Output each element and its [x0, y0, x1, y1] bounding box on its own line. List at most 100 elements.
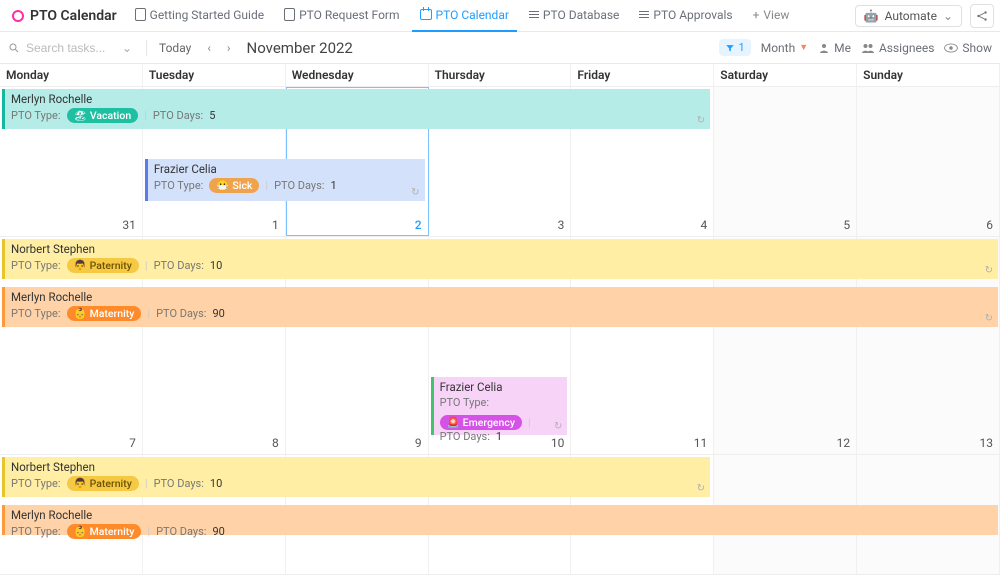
list-icon — [639, 11, 649, 18]
show-toggle[interactable]: Show — [944, 41, 992, 55]
calendar-icon — [420, 9, 432, 20]
event-norbert-paternity-2[interactable]: Norbert Stephen PTO Type: 👨Paternity | P… — [2, 457, 710, 497]
event-merlyn-vacation[interactable]: Merlyn Rochelle PTO Type: 🏖Vacation | PT… — [2, 89, 710, 129]
view-mode-select[interactable]: Month ▼ — [761, 41, 808, 55]
person-icon — [818, 42, 830, 54]
automate-button[interactable]: 🤖 Automate ⌄ — [855, 5, 962, 27]
date-number: 3 — [558, 218, 565, 232]
date-number: 31 — [122, 218, 136, 232]
tag-maternity: 👶Maternity — [67, 306, 142, 321]
event-frazier-emergency[interactable]: Frazier Celia PTO Type: 🚨Emergency | PTO… — [431, 377, 568, 435]
date-number: 11 — [694, 436, 708, 450]
me-filter[interactable]: Me — [818, 41, 851, 55]
tag-sick: 😷Sick — [209, 178, 259, 193]
prev-month[interactable]: ‹ — [203, 41, 215, 55]
pto-days-label: PTO Days: — [156, 307, 206, 320]
tab-pto-request-form[interactable]: PTO Request Form — [276, 0, 407, 32]
pto-days-label: PTO Days: — [440, 430, 490, 443]
event-name: Merlyn Rochelle — [11, 92, 704, 106]
recurring-icon: ↻ — [554, 421, 562, 432]
pto-type-label: PTO Type: — [11, 525, 61, 538]
weekday-header: Tuesday — [143, 64, 286, 86]
week-row: 7 8 9 10 11 12 13 Norbert Stephen PTO Ty… — [0, 237, 1000, 455]
recurring-icon: ↻ — [985, 265, 993, 276]
list-icon — [529, 11, 539, 18]
weekday-header: Thursday — [429, 64, 572, 86]
event-merlyn-maternity-2[interactable]: Merlyn Rochelle PTO Type: 👶Maternity | P… — [2, 505, 998, 535]
assignees-filter[interactable]: Assignees — [861, 41, 934, 55]
event-merlyn-maternity[interactable]: Merlyn Rochelle PTO Type: 👶Maternity | P… — [2, 287, 998, 327]
pto-type-label: PTO Type: — [11, 259, 61, 272]
tab-pto-calendar[interactable]: PTO Calendar — [412, 0, 517, 32]
filter-pill[interactable]: 1 — [719, 39, 751, 56]
next-month[interactable]: › — [223, 41, 235, 55]
brand: PTO Calendar — [6, 8, 123, 24]
event-name: Merlyn Rochelle — [11, 290, 992, 304]
pto-days-value: 5 — [209, 109, 215, 122]
pto-days-label: PTO Days: — [274, 179, 324, 192]
day-cell[interactable]: 6 — [857, 87, 1000, 236]
doc-icon — [135, 8, 146, 21]
tab-pto-database[interactable]: PTO Database — [521, 0, 627, 32]
share-icon — [975, 9, 989, 23]
tag-paternity: 👨Paternity — [67, 476, 139, 491]
date-number: 6 — [986, 218, 993, 232]
event-frazier-sick[interactable]: Frazier Celia PTO Type: 😷Sick | PTO Days… — [145, 159, 425, 201]
recurring-icon: ↻ — [411, 187, 419, 198]
search-icon — [8, 42, 20, 54]
event-name: Norbert Stephen — [11, 242, 992, 256]
search-dropdown[interactable]: ⌄ — [122, 41, 132, 55]
pto-days-label: PTO Days: — [154, 477, 204, 490]
tag-paternity: 👨Paternity — [67, 258, 139, 273]
tab-add-view[interactable]: + View — [745, 0, 798, 32]
week-row: 31 1 2 3 4 5 6 Merlyn Rochelle PTO Type:… — [0, 87, 1000, 237]
tag-maternity: 👶Maternity — [67, 524, 142, 539]
date-number: 7 — [129, 436, 136, 450]
pto-days-value: 90 — [212, 307, 224, 320]
today-button[interactable]: Today — [155, 39, 195, 57]
chevron-down-icon: ▼ — [799, 42, 808, 53]
toolbar: ⌄ Today ‹ › November 2022 1 Month ▼ Me A… — [0, 32, 1000, 64]
tab-pto-approvals[interactable]: PTO Approvals — [631, 0, 740, 32]
tab-label: PTO Approvals — [653, 8, 732, 22]
doc-icon — [284, 8, 295, 21]
event-name: Frazier Celia — [154, 162, 419, 176]
date-number: 5 — [843, 218, 850, 232]
share-button[interactable] — [970, 4, 994, 28]
view-mode-label: Month — [761, 41, 795, 55]
pto-type-label: PTO Type: — [11, 477, 61, 490]
pto-type-label: PTO Type: — [11, 109, 61, 122]
recurring-icon: ↻ — [985, 313, 993, 324]
event-norbert-paternity[interactable]: Norbert Stephen PTO Type: 👨Paternity | P… — [2, 239, 998, 279]
recurring-icon: ↻ — [697, 483, 705, 494]
tab-getting-started[interactable]: Getting Started Guide — [127, 0, 272, 32]
week-row: Norbert Stephen PTO Type: 👨Paternity | P… — [0, 455, 1000, 575]
robot-icon: 🤖 — [864, 9, 879, 23]
right-tools: 1 Month ▼ Me Assignees Show — [719, 39, 992, 56]
assignees-label: Assignees — [879, 41, 934, 55]
plus-icon: + — [753, 8, 760, 22]
brand-icon — [12, 10, 24, 22]
event-name: Merlyn Rochelle — [11, 508, 992, 522]
pto-days-value: 10 — [210, 259, 222, 272]
search-input[interactable] — [26, 41, 116, 55]
tab-label: PTO Calendar — [436, 8, 509, 22]
weekday-header: Sunday — [857, 64, 1000, 86]
eye-icon — [944, 43, 958, 53]
pto-days-label: PTO Days: — [156, 525, 206, 538]
pto-type-label: PTO Type: — [154, 179, 204, 192]
pto-days-value: 90 — [212, 525, 224, 538]
date-number: 2 — [415, 218, 422, 232]
automate-label: Automate — [885, 9, 937, 23]
people-icon — [861, 42, 875, 54]
weekday-header: Monday — [0, 64, 143, 86]
tag-emergency: 🚨Emergency — [440, 415, 522, 430]
pto-days-value: 1 — [330, 179, 336, 192]
pto-days-label: PTO Days: — [154, 259, 204, 272]
me-label: Me — [834, 41, 851, 55]
day-cell[interactable]: 5 — [714, 87, 857, 236]
month-label: November 2022 — [247, 39, 353, 57]
tab-label: Getting Started Guide — [150, 8, 264, 22]
date-number: 1 — [272, 218, 279, 232]
day-headers: Monday Tuesday Wednesday Thursday Friday… — [0, 64, 1000, 87]
